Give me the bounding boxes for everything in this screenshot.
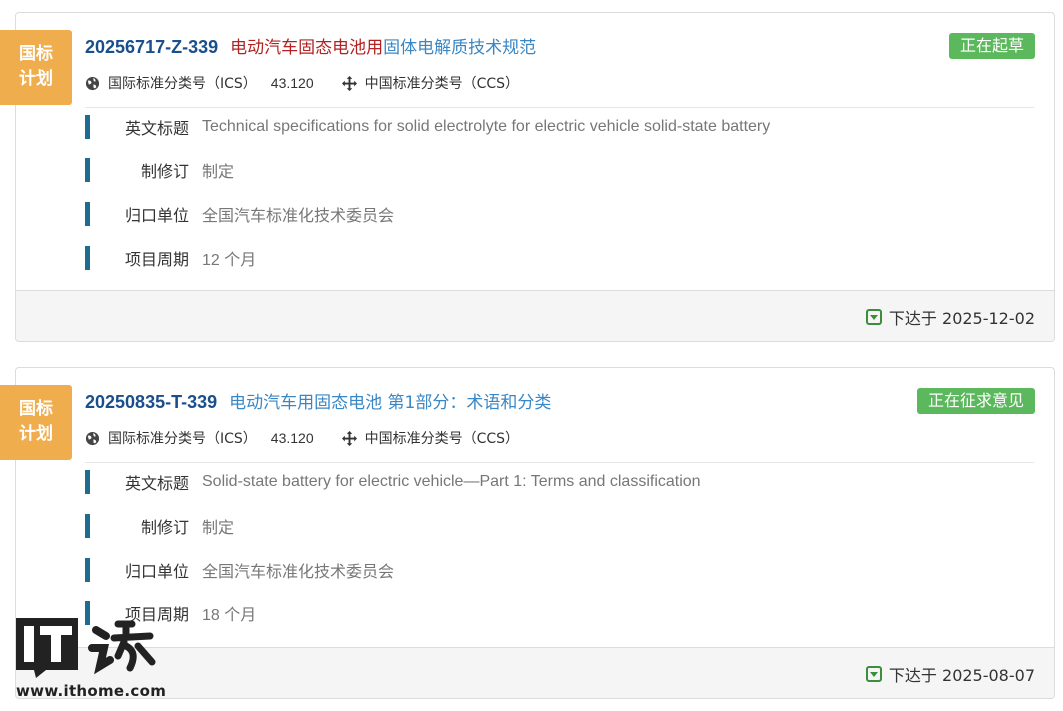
field-label: 英文标题 (124, 119, 189, 138)
standard-name[interactable]: 固体电解质技术规范 (383, 38, 536, 58)
field-value: 12 个月 (202, 252, 257, 269)
field-value: 18 个月 (202, 607, 257, 624)
field-marker (85, 202, 90, 226)
divider (85, 107, 1034, 108)
card-title[interactable]: 20250835-T-339 电动汽车用固态电池 第1部分：术语和分类 (85, 388, 551, 413)
issued-text: 下达于 2025-12-02 (888, 309, 1035, 328)
status-badge: 正在征求意见 (916, 388, 1035, 414)
ithome-watermark: www.ithome.com (14, 612, 167, 707)
standard-code[interactable]: 20256717-Z-339 (85, 37, 218, 57)
standard-card: 20256717-Z-339 电动汽车固态电池用固体电解质技术规范 正在起草 国际… (15, 12, 1055, 342)
divider (85, 462, 1034, 463)
card-footer: 下达于 2025-08-07 (16, 647, 1054, 698)
field-label: 制修订 (140, 518, 189, 537)
field-label: 英文标题 (124, 474, 189, 493)
field-value: 全国汽车标准化技术委员会 (202, 564, 395, 581)
classification-row: 国际标准分类号（ICS） 43.120 中国标准分类号（CCS） (85, 73, 519, 93)
plan-ribbon: 国标 计划 (0, 385, 72, 460)
standard-name-highlight[interactable]: 电动汽车固态电池用 (230, 38, 383, 58)
field-label: 归口单位 (124, 562, 189, 581)
calendar-down-icon (865, 666, 882, 682)
field-value: Solid-state battery for electric vehicle… (202, 473, 701, 490)
standard-code[interactable]: 20250835-T-339 (85, 392, 217, 412)
field-value: Technical specifications for solid elect… (202, 118, 771, 135)
ribbon-line: 国标 (19, 44, 53, 64)
card-title[interactable]: 20256717-Z-339 电动汽车固态电池用固体电解质技术规范 (85, 33, 536, 58)
status-badge: 正在起草 (948, 33, 1035, 59)
ics-value[interactable]: 43.120 (271, 430, 314, 446)
card-footer: 下达于 2025-12-02 (16, 290, 1054, 341)
field-value: 制定 (202, 520, 235, 537)
field-value: 全国汽车标准化技术委员会 (202, 208, 395, 225)
field-label: 归口单位 (124, 206, 189, 225)
ics-label: 国际标准分类号（ICS） (108, 76, 257, 92)
ribbon-line: 国标 (19, 399, 53, 419)
field-label: 项目周期 (124, 250, 189, 269)
field-marker (85, 115, 90, 139)
ithome-url: www.ithome.com (16, 682, 167, 700)
calendar-down-icon (865, 309, 882, 325)
field-committee: 归口单位 全国汽车标准化技术委员会 (85, 201, 394, 227)
field-period: 项目周期 12 个月 (85, 245, 256, 271)
globe-icon (85, 431, 100, 445)
classification-row: 国际标准分类号（ICS） 43.120 中国标准分类号（CCS） (85, 428, 519, 448)
ithome-logo (16, 618, 156, 678)
issued-text: 下达于 2025-08-07 (888, 666, 1035, 685)
field-value: 制定 (202, 164, 235, 181)
field-marker (85, 470, 90, 494)
standard-name[interactable]: 电动汽车用固态电池 第1部分：术语和分类 (229, 393, 551, 413)
field-english-title: 英文标题 Solid-state battery for electric veh… (85, 469, 701, 495)
field-marker (85, 158, 90, 182)
plan-ribbon: 国标 计划 (0, 30, 72, 105)
move-arrows-icon (341, 75, 357, 91)
ribbon-line: 计划 (19, 424, 53, 444)
field-revision: 制修订 制定 (85, 157, 234, 183)
issued-date: 下达于 2025-08-07 (865, 662, 1035, 686)
field-label: 制修订 (140, 162, 189, 181)
standard-card: 20250835-T-339 电动汽车用固态电池 第1部分：术语和分类 正在征求意… (15, 367, 1055, 699)
ccs-label: 中国标准分类号（CCS） (364, 431, 520, 447)
ribbon-line: 计划 (19, 69, 53, 89)
globe-icon (85, 76, 100, 90)
field-committee: 归口单位 全国汽车标准化技术委员会 (85, 557, 394, 583)
ics-value[interactable]: 43.120 (271, 75, 314, 91)
ics-label: 国际标准分类号（ICS） (108, 431, 257, 447)
field-english-title: 英文标题 Technical specifications for solid e… (85, 114, 770, 140)
field-marker (85, 514, 90, 538)
move-arrows-icon (341, 430, 357, 446)
field-marker (85, 558, 90, 582)
ccs-label: 中国标准分类号（CCS） (364, 76, 520, 92)
issued-date: 下达于 2025-12-02 (865, 305, 1035, 329)
field-revision: 制修订 制定 (85, 513, 234, 539)
field-marker (85, 246, 90, 270)
